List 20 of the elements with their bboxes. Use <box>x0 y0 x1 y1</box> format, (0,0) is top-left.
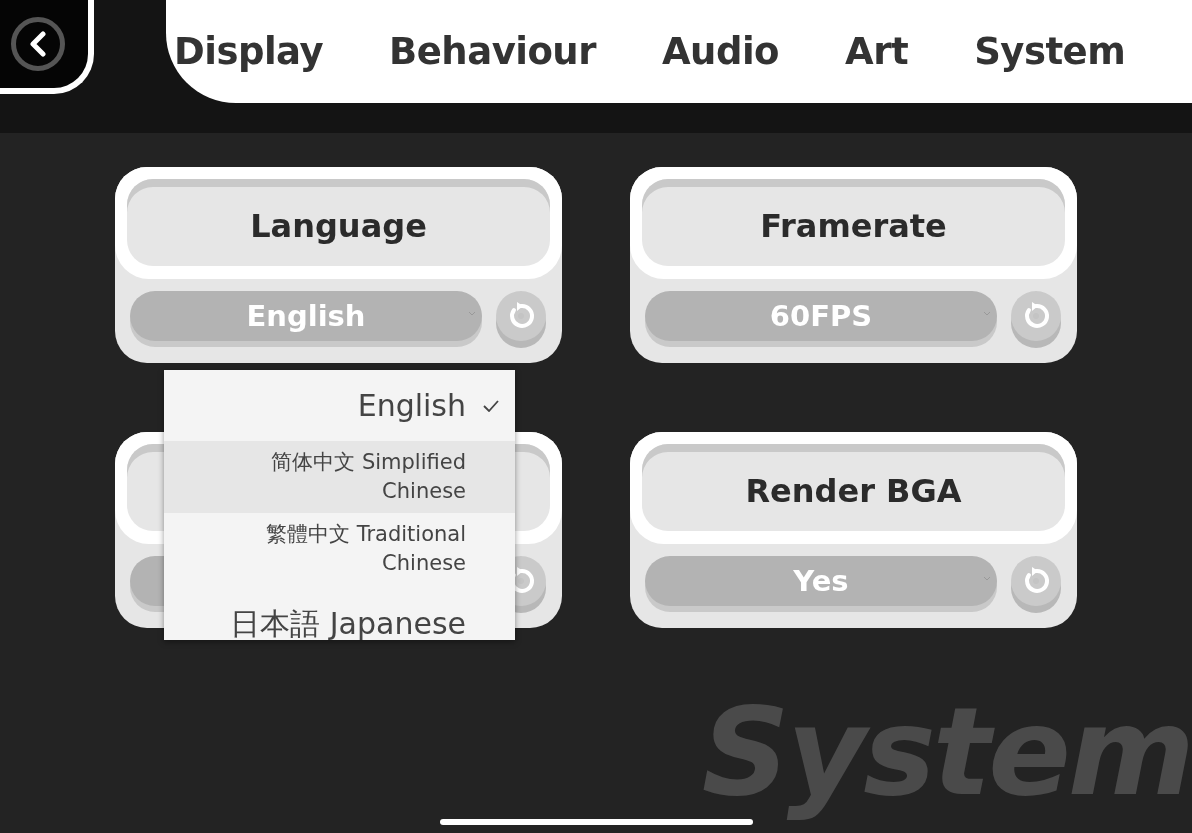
menu-option[interactable]: 简体中文 Simplified Chinese <box>164 441 515 513</box>
tab[interactable]: Art <box>845 30 909 73</box>
caret-icon <box>983 576 991 582</box>
option-label: 繁體中文 Traditional Chinese <box>265 521 466 577</box>
tab[interactable]: Display <box>174 30 324 73</box>
option-label: English <box>357 388 466 423</box>
setting-title: Language <box>127 179 550 266</box>
tab[interactable]: Audio <box>661 30 780 73</box>
setting-title: Framerate <box>642 179 1065 266</box>
tab[interactable]: System <box>974 30 1126 73</box>
menu-option[interactable]: 日本語 Japanese <box>164 585 515 640</box>
tab[interactable]: Behaviour <box>389 30 596 73</box>
caret-icon <box>983 311 991 317</box>
menu-option[interactable]: 繁體中文 Traditional Chinese <box>164 513 515 585</box>
option-label: 简体中文 Simplified Chinese <box>270 449 466 505</box>
option-label: 日本語 Japanese <box>230 605 466 640</box>
back-button[interactable] <box>11 17 65 71</box>
caret-icon <box>468 311 476 317</box>
menu-option[interactable]: English <box>164 370 515 441</box>
setting-title: Render BGA <box>642 444 1065 531</box>
